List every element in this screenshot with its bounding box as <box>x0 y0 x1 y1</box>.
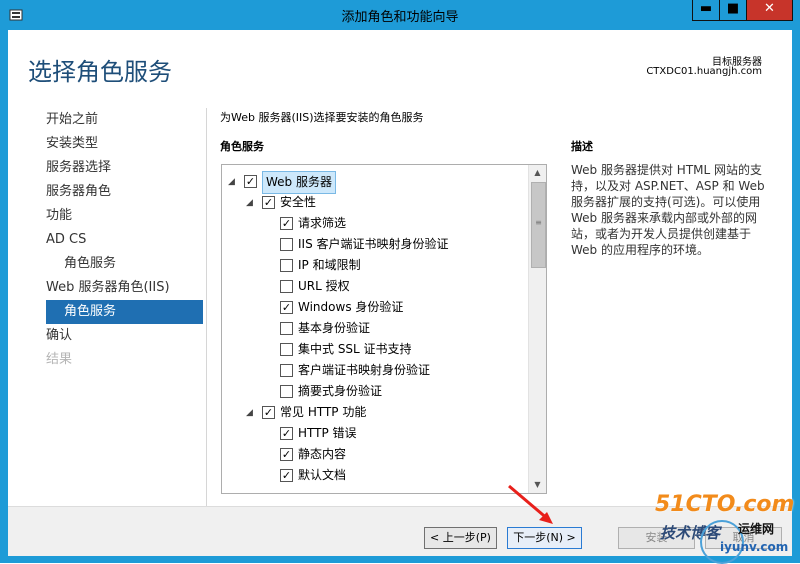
role-label: 客户端证书映射身份验证 <box>298 363 431 377</box>
role-checkbox[interactable]: ✓ <box>280 448 293 461</box>
wizard-step[interactable]: 角色服务 <box>46 300 203 324</box>
tree-row[interactable]: IIS 客户端证书映射身份验证 <box>222 234 522 255</box>
nav-divider <box>206 108 207 508</box>
role-checkbox[interactable] <box>280 259 293 272</box>
watermark-site-cn: 运维网 <box>738 522 775 536</box>
wizard-step[interactable]: 角色服务 <box>8 252 203 276</box>
description-text: Web 服务器提供对 HTML 网站的支持，以及对 ASP.NET、ASP 和 … <box>571 163 765 257</box>
tree-row[interactable]: 集中式 SSL 证书支持 <box>222 339 522 360</box>
role-checkbox[interactable]: ✓ <box>280 217 293 230</box>
wizard-window: 添加角色和功能向导 ▬ ■ ✕ 选择角色服务 目标服务器 CTXDC01.hua… <box>0 0 800 564</box>
wizard-step[interactable]: 服务器选择 <box>8 156 203 180</box>
role-checkbox[interactable]: ✓ <box>262 406 275 419</box>
role-checkbox[interactable] <box>280 280 293 293</box>
tree-row[interactable]: ✓ 请求筛选 <box>222 213 522 234</box>
wizard-step[interactable]: Web 服务器角色(IIS) <box>8 276 203 300</box>
tree-row[interactable]: ◢ ✓ 常见 HTTP 功能 <box>222 402 522 423</box>
red-arrow-annotation <box>508 484 553 524</box>
role-checkbox[interactable] <box>280 385 293 398</box>
description-label: 描述 <box>571 140 593 153</box>
role-checkbox[interactable]: ✓ <box>262 196 275 209</box>
role-services-label: 角色服务 <box>220 140 264 153</box>
role-checkbox[interactable] <box>280 238 293 251</box>
tree-row[interactable]: ✓ 默认文档 <box>222 465 522 486</box>
role-label: 基本身份验证 <box>298 321 371 335</box>
close-button[interactable]: ✕ <box>746 0 793 21</box>
tree-row[interactable]: ✓ 静态内容 <box>222 444 522 465</box>
title-bar[interactable]: 添加角色和功能向导 ▬ ■ ✕ <box>0 0 800 30</box>
role-label: 集中式 SSL 证书支持 <box>298 342 412 356</box>
role-services-tree[interactable]: ▲ ≡ ▼ ◢ ✓ Web 服务器 ◢ ✓ 安全性 ✓ 请求筛选 IIS 客户端证书映射身份验证… <box>221 164 547 494</box>
watermark-51cto: 51CTO.com <box>655 492 795 517</box>
role-checkbox[interactable] <box>280 322 293 335</box>
tree-row[interactable]: 基本身份验证 <box>222 318 522 339</box>
wizard-steps: 开始之前 安装类型 服务器选择 服务器角色 功能 AD CS 角色服务 Web 服务器角色(I… <box>8 108 203 372</box>
page-title: 选择角色服务 <box>28 58 172 86</box>
maximize-button[interactable]: ■ <box>719 0 747 21</box>
tree-row[interactable]: ◢ ✓ Web 服务器 <box>222 171 522 194</box>
role-label: 摘要式身份验证 <box>298 384 383 398</box>
wizard-step[interactable]: 确认 <box>8 324 203 348</box>
role-label: 请求筛选 <box>298 216 347 230</box>
expander-icon[interactable]: ◢ <box>246 198 256 208</box>
next-button[interactable]: 下一步(N) > <box>507 527 582 549</box>
role-label: Web 服务器 <box>262 171 336 194</box>
expander-icon[interactable]: ◢ <box>246 408 256 418</box>
role-label: URL 授权 <box>298 279 350 293</box>
previous-button[interactable]: < 上一步(P) <box>424 527 497 549</box>
wizard-step[interactable]: 服务器角色 <box>8 180 203 204</box>
scroll-up-icon[interactable]: ▲ <box>529 165 546 181</box>
minimize-button[interactable]: ▬ <box>692 0 720 21</box>
window-title: 添加角色和功能向导 <box>341 10 459 25</box>
intro-text: 为Web 服务器(IIS)选择要安装的角色服务 <box>220 111 424 124</box>
tree-row[interactable]: ✓ HTTP 错误 <box>222 423 522 444</box>
role-checkbox[interactable]: ✓ <box>244 175 257 188</box>
tree-row[interactable]: URL 授权 <box>222 276 522 297</box>
tree-row[interactable]: IP 和域限制 <box>222 255 522 276</box>
watermark-site-en: iyunv.com <box>720 540 789 554</box>
role-label: 默认文档 <box>298 468 347 482</box>
destination-server-name: CTXDC01.huangjh.com <box>646 66 762 77</box>
wizard-step: 结果 <box>46 352 73 367</box>
role-checkbox[interactable] <box>280 343 293 356</box>
role-checkbox[interactable]: ✓ <box>280 427 293 440</box>
tree-row[interactable]: ✓ Windows 身份验证 <box>222 297 522 318</box>
wizard-body: 选择角色服务 目标服务器 CTXDC01.huangjh.com 开始之前 安装类… <box>8 30 792 556</box>
role-checkbox[interactable]: ✓ <box>280 469 293 482</box>
tree-row[interactable]: ◢ ✓ 安全性 <box>222 192 522 213</box>
role-label: 常见 HTTP 功能 <box>280 405 367 419</box>
wizard-step[interactable]: 功能 <box>8 204 203 228</box>
role-label: 静态内容 <box>298 447 347 461</box>
tree-row[interactable]: 客户端证书映射身份验证 <box>222 360 522 381</box>
role-label: Windows 身份验证 <box>298 300 404 314</box>
scroll-thumb[interactable]: ≡ <box>531 182 546 268</box>
role-label: 安全性 <box>280 195 317 209</box>
tree-scrollbar[interactable]: ▲ ≡ ▼ <box>528 165 546 493</box>
wizard-step[interactable]: 开始之前 <box>8 108 203 132</box>
role-checkbox[interactable] <box>280 364 293 377</box>
tree-row[interactable]: 摘要式身份验证 <box>222 381 522 402</box>
wizard-step[interactable]: AD CS <box>8 228 203 252</box>
role-checkbox[interactable]: ✓ <box>280 301 293 314</box>
expander-icon[interactable]: ◢ <box>228 177 238 187</box>
wizard-step[interactable]: 安装类型 <box>8 132 203 156</box>
role-label: IP 和域限制 <box>298 258 361 272</box>
role-label: IIS 客户端证书映射身份验证 <box>298 237 449 251</box>
role-label: HTTP 错误 <box>298 426 357 440</box>
